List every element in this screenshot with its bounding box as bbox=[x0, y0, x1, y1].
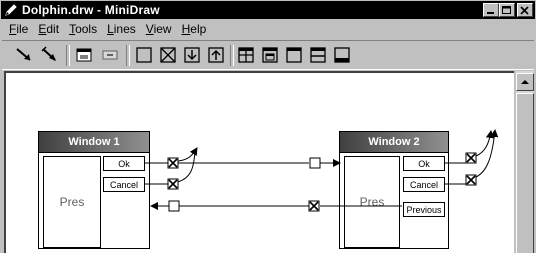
window2-ok-exit-arrow[interactable] bbox=[475, 130, 494, 157]
window2-cancel-exit-arrow[interactable] bbox=[475, 129, 499, 178]
connector-handle[interactable] bbox=[168, 200, 180, 212]
app-window: Dolphin.drw - MiniDraw File Edit Tools L… bbox=[0, 0, 536, 253]
diagram-connectors bbox=[145, 129, 499, 212]
connector-handle[interactable] bbox=[309, 157, 321, 169]
